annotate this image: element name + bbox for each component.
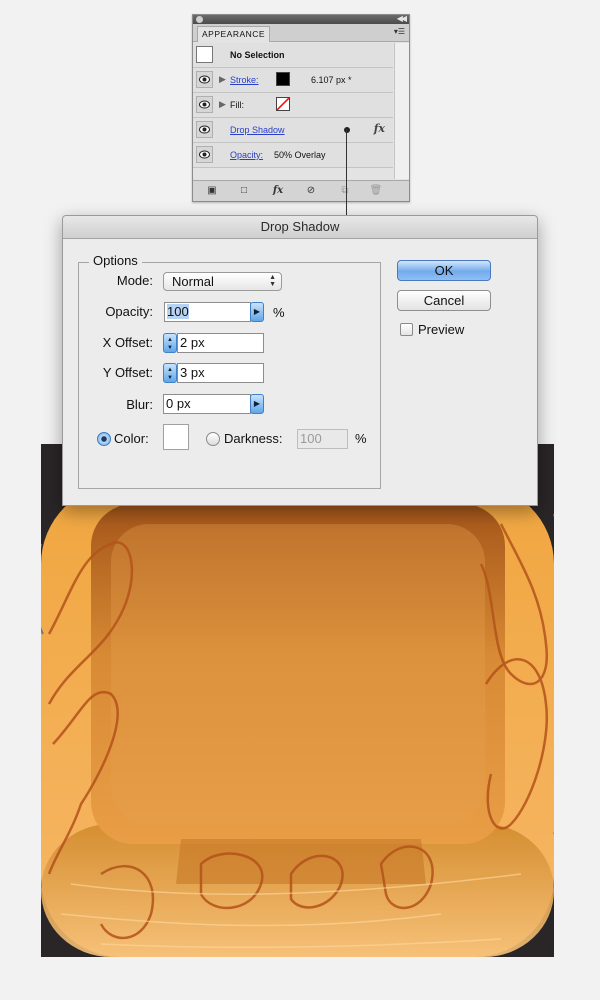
stroke-link[interactable]: Stroke: — [230, 75, 259, 85]
panel-titlebar[interactable]: ◀◀ — [193, 14, 409, 24]
orange-icon-graphic — [41, 484, 554, 957]
fx-icon[interactable]: fx — [374, 122, 385, 135]
add-new-fill-icon[interactable]: □ — [237, 184, 251, 198]
darkness-input[interactable]: 100 — [297, 429, 348, 449]
x-offset-stepper[interactable]: ▲ ▼ — [163, 333, 177, 353]
blur-label: Blur: — [126, 397, 153, 412]
panel-tabbar: APPEARANCE ▾☰ — [193, 24, 409, 42]
darkness-unit: % — [355, 431, 367, 446]
add-new-stroke-icon[interactable]: ▣ — [205, 184, 219, 198]
mode-select[interactable]: Normal ▲ ▼ — [163, 272, 282, 291]
stroke-value: 6.107 px * — [311, 75, 352, 85]
trash-icon[interactable]: 🗑 — [369, 184, 383, 198]
color-label: Color: — [114, 431, 149, 446]
visibility-eye-icon[interactable] — [196, 71, 213, 88]
x-offset-input[interactable]: 2 px — [177, 333, 264, 353]
select-updown-icon: ▲ ▼ — [269, 274, 276, 288]
appearance-list: No Selection ▶ Stroke: 6.107 px * ▶ Fill… — [193, 43, 393, 168]
opacity-value: 50% Overlay — [274, 150, 326, 160]
add-effect-icon[interactable]: fx — [271, 184, 285, 198]
darkness-label: Darkness: — [224, 431, 283, 446]
artboard-icon-artwork — [41, 444, 554, 957]
opacity-label: Opacity: — [105, 304, 153, 319]
fill-none-swatch[interactable] — [276, 97, 290, 111]
opacity-input-value: 100 — [167, 304, 189, 319]
appearance-panel: ◀◀ APPEARANCE ▾☰ No Selection ▶ Stroke: … — [192, 14, 410, 202]
stroke-row[interactable]: ▶ Stroke: 6.107 px * — [193, 68, 393, 93]
drop-shadow-link[interactable]: Drop Shadow — [230, 125, 285, 135]
visibility-eye-icon[interactable] — [196, 146, 213, 163]
mode-select-value: Normal — [172, 274, 214, 289]
tab-appearance[interactable]: APPEARANCE — [197, 26, 271, 42]
options-legend: Options — [89, 253, 142, 268]
stroke-color-swatch[interactable] — [276, 72, 290, 86]
shadow-color-swatch[interactable] — [163, 424, 189, 450]
panel-menu-icon[interactable]: ▾☰ — [394, 27, 405, 36]
darkness-radio[interactable] — [206, 432, 220, 446]
visibility-eye-icon[interactable] — [196, 96, 213, 113]
expand-triangle-icon[interactable]: ▶ — [219, 99, 226, 110]
preview-label: Preview — [418, 322, 465, 337]
color-radio[interactable] — [97, 432, 111, 446]
panel-scrollbar[interactable] — [394, 43, 409, 179]
cancel-button[interactable]: Cancel — [397, 290, 491, 311]
opacity-unit: % — [273, 305, 285, 320]
drop-shadow-row[interactable]: Drop Shadow fx — [193, 118, 393, 143]
duplicate-item-icon[interactable]: ⧉ — [338, 184, 352, 198]
panel-close-button[interactable] — [196, 16, 203, 23]
callout-connector-line — [346, 129, 347, 217]
blur-slider-button[interactable]: ▶ — [250, 394, 264, 414]
panel-footer: ▣ □ fx ⊘ ⧉ 🗑 — [193, 180, 409, 201]
opacity-link[interactable]: Opacity: — [230, 150, 263, 160]
preview-checkbox[interactable] — [400, 323, 413, 336]
y-offset-stepper[interactable]: ▲ ▼ — [163, 363, 177, 383]
y-offset-input[interactable]: 3 px — [177, 363, 264, 383]
opacity-slider-button[interactable]: ▶ — [250, 302, 264, 322]
visibility-eye-icon[interactable] — [196, 121, 213, 138]
drop-shadow-dialog: Drop Shadow Options Mode: Normal ▲ ▼ Opac… — [62, 215, 538, 506]
selection-row: No Selection — [193, 43, 393, 68]
y-offset-label: Y Offset: — [102, 365, 153, 380]
opacity-row[interactable]: Opacity: 50% Overlay — [193, 143, 393, 168]
opacity-input[interactable]: 100 — [164, 302, 251, 322]
connector-dot — [344, 127, 350, 133]
fill-label: Fill: — [230, 100, 244, 110]
selection-label: No Selection — [230, 50, 285, 60]
expand-triangle-icon[interactable]: ▶ — [219, 74, 226, 85]
clear-appearance-icon[interactable]: ⊘ — [304, 184, 318, 198]
blur-input[interactable]: 0 px — [163, 394, 251, 414]
panel-collapse-icon[interactable]: ◀◀ — [397, 14, 407, 23]
selection-thumbnail-icon — [196, 46, 213, 63]
x-offset-label: X Offset: — [102, 335, 153, 350]
dialog-title: Drop Shadow — [63, 216, 537, 239]
fill-row[interactable]: ▶ Fill: — [193, 93, 393, 118]
mode-label: Mode: — [116, 273, 153, 288]
ok-button[interactable]: OK — [397, 260, 491, 281]
